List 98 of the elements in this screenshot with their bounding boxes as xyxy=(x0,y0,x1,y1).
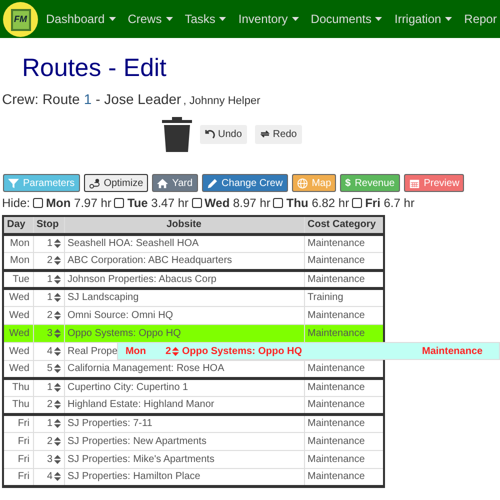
sort-icon[interactable] xyxy=(54,293,60,302)
stop-number: 1 xyxy=(46,417,52,431)
nav-link[interactable]: Inventory xyxy=(238,10,299,28)
day-toggle-label: Mon 7.97 hr xyxy=(46,195,112,212)
stop-number: 4 xyxy=(46,344,52,358)
stop-number: 1 xyxy=(46,272,52,286)
stop-number: 5 xyxy=(46,362,52,376)
jobsite-cell: SJ Properties: New Apartments xyxy=(64,432,304,450)
sort-icon[interactable] xyxy=(54,364,60,373)
sort-icon[interactable] xyxy=(54,472,60,481)
checkbox[interactable] xyxy=(352,198,362,208)
logo[interactable]: FM xyxy=(3,2,38,36)
stop-number: 1 xyxy=(46,237,52,251)
table-row[interactable]: Fri 3 SJ Properties: Mike's Apartments Maintenance xyxy=(3,450,384,468)
route-number-link[interactable]: 1 xyxy=(84,89,92,110)
jobsite-cell: Omni Source: Omni HQ xyxy=(64,306,304,324)
crew-label: Crew: Route xyxy=(2,90,80,109)
jobsite-cell: Seashell HOA: Seashell HOA xyxy=(64,234,304,252)
table-row[interactable]: Mon 2 ABC Corporation: ABC Headquarters Maintenance xyxy=(3,252,384,270)
stop-number: 4 xyxy=(46,470,52,484)
day-cell: Wed xyxy=(3,324,33,342)
calendar-icon xyxy=(408,178,420,188)
nav-link[interactable]: Crews xyxy=(128,10,173,28)
day-cell: Fri xyxy=(3,432,33,450)
day-cell: Fri xyxy=(3,414,33,432)
sort-icon[interactable] xyxy=(54,346,60,356)
toolbar-button[interactable]: Optimize xyxy=(84,174,148,192)
table-row[interactable]: Wed 5 California Management: Rose HOA Maintenance xyxy=(3,360,384,378)
stop-number: 2 xyxy=(46,254,52,268)
stop-number: 2 xyxy=(46,308,52,322)
table-row[interactable]: Mon 1 Seashell HOA: Seashell HOA Maintenance xyxy=(3,234,384,252)
trash-icon[interactable] xyxy=(162,116,192,152)
checkbox[interactable] xyxy=(33,198,44,208)
checkbox[interactable] xyxy=(273,198,284,208)
jobsite-cell: SJ Properties: Mike's Apartments xyxy=(64,450,304,468)
jobsite-cell: SJ Landscaping xyxy=(64,288,304,306)
table-row[interactable]: Fri 2 SJ Properties: New Apartments Maintenance xyxy=(3,432,384,450)
table-row[interactable]: Fri 4 SJ Properties: Hamilton Place Maintenance xyxy=(3,468,384,486)
day-toggle-label: Fri 6.7 hr xyxy=(365,195,414,212)
day-cell-text: Mon xyxy=(124,344,147,358)
checkbox[interactable] xyxy=(114,198,124,208)
pencil-icon xyxy=(206,178,218,188)
day-toggle-label: Wed 8.97 hr xyxy=(204,195,270,212)
redo-icon xyxy=(260,129,270,139)
sort-icon[interactable] xyxy=(54,328,60,338)
jobsite-cell-text: Oppo Systems: Oppo HQ xyxy=(181,344,304,358)
crew-leader: - Jose Leader xyxy=(96,90,182,109)
toolbar-button[interactable]: Yard xyxy=(152,174,198,192)
day-cell: Thu xyxy=(3,378,33,396)
cost-category-cell-text: Maintenance xyxy=(421,344,483,358)
crew-helper: , Johnny Helper xyxy=(183,94,260,109)
sort-icon[interactable] xyxy=(54,310,60,320)
hide-label: Hide: xyxy=(2,195,30,212)
undo-button[interactable]: Undo xyxy=(200,124,247,144)
route-icon xyxy=(88,178,100,188)
jobsite-cell: Cupertino City: Cupertino 1 xyxy=(64,378,304,396)
nav-link[interactable]: Documents xyxy=(310,10,382,28)
redo-button[interactable]: Redo xyxy=(254,124,302,144)
logo-text: FM xyxy=(14,13,27,26)
jobsite-cell: SJ Properties: 7-11 xyxy=(64,414,304,432)
day-toggle-label: Tue 3.47 hr xyxy=(127,195,189,212)
sort-icon[interactable] xyxy=(54,419,60,428)
day-toggle-label: Thu 6.82 hr xyxy=(286,195,350,212)
nav-link[interactable]: Irrigation xyxy=(394,10,452,28)
sort-icon[interactable] xyxy=(54,454,60,464)
table-row[interactable]: Wed 2 Omni Source: Omni HQ Maintenance xyxy=(3,306,384,324)
home-icon xyxy=(157,178,168,188)
sort-icon[interactable] xyxy=(54,239,60,248)
toolbar-button[interactable]: Change Crew xyxy=(202,174,288,192)
sort-icon[interactable] xyxy=(54,256,60,265)
nav-link[interactable]: Repor xyxy=(464,10,497,28)
day-cell: Wed xyxy=(3,306,33,324)
dollar-icon: $ xyxy=(345,176,351,190)
day-cell: Mon xyxy=(3,234,33,252)
stop-number: 2 xyxy=(46,398,52,412)
sort-icon[interactable] xyxy=(172,346,179,356)
table-row[interactable]: Thu 2 Highland Estate: Highland Manor Maintenance xyxy=(3,396,384,414)
stop-number: 1 xyxy=(46,381,52,395)
table-row[interactable]: Wed 3 Oppo Systems: Oppo HQ Maintenance xyxy=(3,324,384,342)
checkbox[interactable] xyxy=(192,198,202,208)
nav-link[interactable]: Dashboard xyxy=(46,10,116,28)
nav-link[interactable]: Tasks xyxy=(184,10,226,28)
stop-number: 3 xyxy=(46,452,52,466)
sort-icon[interactable] xyxy=(54,274,60,284)
sort-icon[interactable] xyxy=(54,383,60,392)
sort-icon[interactable] xyxy=(54,400,60,409)
sort-icon[interactable] xyxy=(54,436,60,446)
stop-number: 2 xyxy=(165,344,171,358)
day-cell: Wed xyxy=(3,288,33,306)
stop-number: 2 xyxy=(46,434,52,448)
stop-number: 3 xyxy=(46,326,52,340)
globe-icon xyxy=(296,178,308,188)
page-title: Routes - Edit xyxy=(22,53,168,83)
filter-icon xyxy=(8,178,19,188)
day-cell: Fri xyxy=(3,450,33,468)
stop-number: 1 xyxy=(46,291,52,305)
day-cell: Wed xyxy=(3,342,33,360)
undo-icon xyxy=(205,129,215,139)
